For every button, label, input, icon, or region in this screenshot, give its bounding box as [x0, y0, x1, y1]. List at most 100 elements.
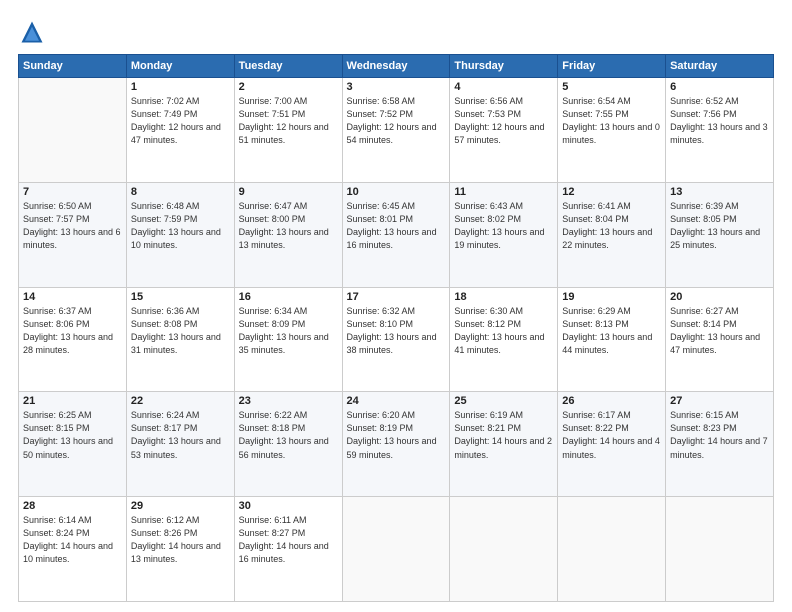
day-number: 23 [239, 395, 338, 407]
day-number: 25 [454, 395, 553, 407]
day-info: Sunrise: 6:11 AMSunset: 8:27 PMDaylight:… [239, 514, 338, 566]
calendar-cell: 5 Sunrise: 6:54 AMSunset: 7:55 PMDayligh… [558, 78, 666, 183]
weekday-header-friday: Friday [558, 55, 666, 78]
calendar-cell: 9 Sunrise: 6:47 AMSunset: 8:00 PMDayligh… [234, 182, 342, 287]
calendar-cell: 7 Sunrise: 6:50 AMSunset: 7:57 PMDayligh… [19, 182, 127, 287]
calendar-cell [342, 497, 450, 602]
calendar-cell: 19 Sunrise: 6:29 AMSunset: 8:13 PMDaylig… [558, 287, 666, 392]
day-number: 27 [670, 395, 769, 407]
calendar-cell: 18 Sunrise: 6:30 AMSunset: 8:12 PMDaylig… [450, 287, 558, 392]
day-info: Sunrise: 6:30 AMSunset: 8:12 PMDaylight:… [454, 305, 553, 357]
calendar-cell: 17 Sunrise: 6:32 AMSunset: 8:10 PMDaylig… [342, 287, 450, 392]
calendar-cell: 16 Sunrise: 6:34 AMSunset: 8:09 PMDaylig… [234, 287, 342, 392]
calendar-body: 1 Sunrise: 7:02 AMSunset: 7:49 PMDayligh… [19, 78, 774, 602]
day-number: 19 [562, 291, 661, 303]
day-number: 15 [131, 291, 230, 303]
day-info: Sunrise: 6:58 AMSunset: 7:52 PMDaylight:… [347, 95, 446, 147]
calendar-cell: 22 Sunrise: 6:24 AMSunset: 8:17 PMDaylig… [126, 392, 234, 497]
calendar-cell: 13 Sunrise: 6:39 AMSunset: 8:05 PMDaylig… [666, 182, 774, 287]
day-number: 21 [23, 395, 122, 407]
day-info: Sunrise: 6:32 AMSunset: 8:10 PMDaylight:… [347, 305, 446, 357]
day-info: Sunrise: 6:54 AMSunset: 7:55 PMDaylight:… [562, 95, 661, 147]
day-number: 16 [239, 291, 338, 303]
calendar-week-5: 28 Sunrise: 6:14 AMSunset: 8:24 PMDaylig… [19, 497, 774, 602]
calendar-cell: 27 Sunrise: 6:15 AMSunset: 8:23 PMDaylig… [666, 392, 774, 497]
calendar-cell [450, 497, 558, 602]
day-number: 6 [670, 81, 769, 93]
calendar-cell: 3 Sunrise: 6:58 AMSunset: 7:52 PMDayligh… [342, 78, 450, 183]
day-number: 29 [131, 500, 230, 512]
calendar-cell: 8 Sunrise: 6:48 AMSunset: 7:59 PMDayligh… [126, 182, 234, 287]
day-number: 4 [454, 81, 553, 93]
calendar-week-2: 7 Sunrise: 6:50 AMSunset: 7:57 PMDayligh… [19, 182, 774, 287]
day-number: 2 [239, 81, 338, 93]
day-number: 7 [23, 186, 122, 198]
calendar-cell: 10 Sunrise: 6:45 AMSunset: 8:01 PMDaylig… [342, 182, 450, 287]
calendar-cell: 2 Sunrise: 7:00 AMSunset: 7:51 PMDayligh… [234, 78, 342, 183]
calendar-cell: 4 Sunrise: 6:56 AMSunset: 7:53 PMDayligh… [450, 78, 558, 183]
day-number: 9 [239, 186, 338, 198]
day-info: Sunrise: 6:22 AMSunset: 8:18 PMDaylight:… [239, 409, 338, 461]
calendar-cell [19, 78, 127, 183]
day-info: Sunrise: 6:27 AMSunset: 8:14 PMDaylight:… [670, 305, 769, 357]
calendar-cell: 25 Sunrise: 6:19 AMSunset: 8:21 PMDaylig… [450, 392, 558, 497]
day-info: Sunrise: 6:20 AMSunset: 8:19 PMDaylight:… [347, 409, 446, 461]
calendar-header: SundayMondayTuesdayWednesdayThursdayFrid… [19, 55, 774, 78]
day-number: 10 [347, 186, 446, 198]
day-info: Sunrise: 6:29 AMSunset: 8:13 PMDaylight:… [562, 305, 661, 357]
day-info: Sunrise: 6:34 AMSunset: 8:09 PMDaylight:… [239, 305, 338, 357]
day-number: 24 [347, 395, 446, 407]
weekday-header-monday: Monday [126, 55, 234, 78]
day-number: 8 [131, 186, 230, 198]
calendar-cell: 20 Sunrise: 6:27 AMSunset: 8:14 PMDaylig… [666, 287, 774, 392]
weekday-header-wednesday: Wednesday [342, 55, 450, 78]
day-info: Sunrise: 6:25 AMSunset: 8:15 PMDaylight:… [23, 409, 122, 461]
day-info: Sunrise: 6:56 AMSunset: 7:53 PMDaylight:… [454, 95, 553, 147]
day-number: 1 [131, 81, 230, 93]
day-info: Sunrise: 7:00 AMSunset: 7:51 PMDaylight:… [239, 95, 338, 147]
calendar-cell: 30 Sunrise: 6:11 AMSunset: 8:27 PMDaylig… [234, 497, 342, 602]
weekday-header-tuesday: Tuesday [234, 55, 342, 78]
day-info: Sunrise: 6:14 AMSunset: 8:24 PMDaylight:… [23, 514, 122, 566]
calendar-week-1: 1 Sunrise: 7:02 AMSunset: 7:49 PMDayligh… [19, 78, 774, 183]
calendar-cell [558, 497, 666, 602]
day-number: 14 [23, 291, 122, 303]
day-info: Sunrise: 6:43 AMSunset: 8:02 PMDaylight:… [454, 200, 553, 252]
calendar-cell: 21 Sunrise: 6:25 AMSunset: 8:15 PMDaylig… [19, 392, 127, 497]
calendar-week-3: 14 Sunrise: 6:37 AMSunset: 8:06 PMDaylig… [19, 287, 774, 392]
day-info: Sunrise: 6:17 AMSunset: 8:22 PMDaylight:… [562, 409, 661, 461]
weekday-header-thursday: Thursday [450, 55, 558, 78]
day-info: Sunrise: 6:39 AMSunset: 8:05 PMDaylight:… [670, 200, 769, 252]
calendar-week-4: 21 Sunrise: 6:25 AMSunset: 8:15 PMDaylig… [19, 392, 774, 497]
day-number: 5 [562, 81, 661, 93]
day-info: Sunrise: 6:19 AMSunset: 8:21 PMDaylight:… [454, 409, 553, 461]
header [18, 18, 774, 46]
day-number: 22 [131, 395, 230, 407]
day-number: 18 [454, 291, 553, 303]
calendar-cell: 6 Sunrise: 6:52 AMSunset: 7:56 PMDayligh… [666, 78, 774, 183]
day-info: Sunrise: 6:12 AMSunset: 8:26 PMDaylight:… [131, 514, 230, 566]
calendar-cell: 28 Sunrise: 6:14 AMSunset: 8:24 PMDaylig… [19, 497, 127, 602]
day-info: Sunrise: 6:45 AMSunset: 8:01 PMDaylight:… [347, 200, 446, 252]
calendar-cell: 26 Sunrise: 6:17 AMSunset: 8:22 PMDaylig… [558, 392, 666, 497]
day-info: Sunrise: 6:36 AMSunset: 8:08 PMDaylight:… [131, 305, 230, 357]
logo [18, 18, 50, 46]
day-number: 20 [670, 291, 769, 303]
day-info: Sunrise: 6:50 AMSunset: 7:57 PMDaylight:… [23, 200, 122, 252]
day-number: 13 [670, 186, 769, 198]
day-info: Sunrise: 7:02 AMSunset: 7:49 PMDaylight:… [131, 95, 230, 147]
calendar-cell: 15 Sunrise: 6:36 AMSunset: 8:08 PMDaylig… [126, 287, 234, 392]
weekday-header-row: SundayMondayTuesdayWednesdayThursdayFrid… [19, 55, 774, 78]
day-info: Sunrise: 6:37 AMSunset: 8:06 PMDaylight:… [23, 305, 122, 357]
day-number: 30 [239, 500, 338, 512]
day-info: Sunrise: 6:15 AMSunset: 8:23 PMDaylight:… [670, 409, 769, 461]
calendar-cell: 24 Sunrise: 6:20 AMSunset: 8:19 PMDaylig… [342, 392, 450, 497]
calendar-table: SundayMondayTuesdayWednesdayThursdayFrid… [18, 54, 774, 602]
page: SundayMondayTuesdayWednesdayThursdayFrid… [0, 0, 792, 612]
calendar-cell [666, 497, 774, 602]
logo-icon [18, 18, 46, 46]
day-number: 26 [562, 395, 661, 407]
calendar-cell: 1 Sunrise: 7:02 AMSunset: 7:49 PMDayligh… [126, 78, 234, 183]
weekday-header-saturday: Saturday [666, 55, 774, 78]
day-number: 17 [347, 291, 446, 303]
